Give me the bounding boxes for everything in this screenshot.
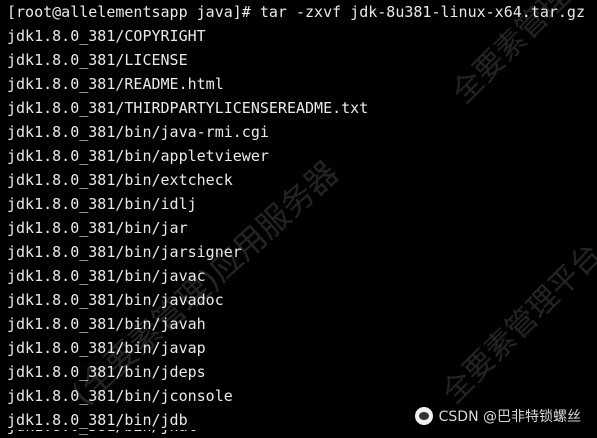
output-line: jdk1.8.0_381/bin/javac [7, 267, 206, 285]
output-line: jdk1.8.0_381/bin/javah [7, 315, 206, 333]
output-line: jdk1.8.0_381/bin/jar [7, 219, 188, 237]
wechat-avatar-icon [414, 407, 433, 425]
output-line: jdk1.8.0_381/README.html [7, 75, 224, 93]
output-line: jdk1.8.0_381/bin/extcheck [7, 171, 233, 189]
credit-text: CSDN @巴非特锁螺丝 [438, 409, 581, 425]
command-prompt-line: [root@allelementsapp java]# tar -zxvf jd… [7, 3, 585, 21]
partial-output-line: jdk1.8.0_381/bin/jhat [0, 430, 597, 438]
output-line: jdk1.8.0_381/bin/javadoc [7, 291, 224, 309]
output-line: jdk1.8.0_381/bin/idlj [7, 195, 197, 213]
output-line: jdk1.8.0_381/bin/appletviewer [7, 147, 269, 165]
partial-output-line-container: jdk1.8.0_381/bin/jhat [0, 430, 597, 438]
output-line: jdk1.8.0_381/LICENSE [7, 51, 188, 69]
output-line: jdk1.8.0_381/bin/java-rmi.cgi [7, 123, 269, 141]
output-line: jdk1.8.0_381/THIRDPARTYLICENSEREADME.txt [7, 99, 369, 117]
terminal-window[interactable]: [root@allelementsapp java]# tar -zxvf jd… [0, 0, 597, 438]
terminal-screen: [root@allelementsapp java]# tar -zxvf jd… [7, 0, 593, 432]
output-line: jdk1.8.0_381/bin/jarsigner [7, 243, 242, 261]
output-line: jdk1.8.0_381/COPYRIGHT [7, 27, 206, 45]
csdn-credit: CSDN @巴非特锁螺丝 [414, 406, 581, 426]
output-line: jdk1.8.0_381/bin/jconsole [7, 387, 233, 405]
output-line: jdk1.8.0_381/bin/javap [7, 339, 206, 357]
output-line: jdk1.8.0_381/bin/jdeps [7, 363, 206, 381]
